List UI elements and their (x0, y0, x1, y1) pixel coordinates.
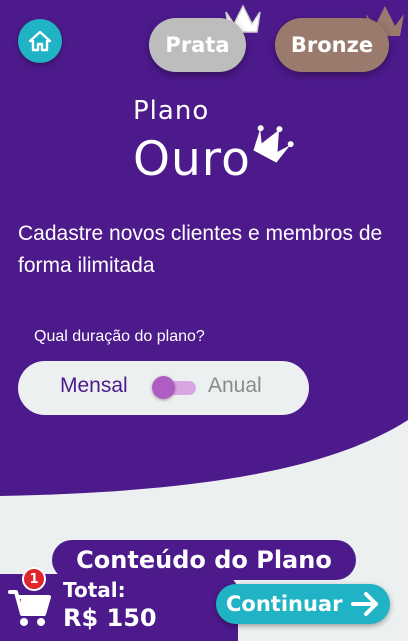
duration-label: Qual duração do plano? (34, 328, 205, 345)
option-annual[interactable]: Anual (208, 374, 262, 398)
total-label: Total: (63, 578, 126, 602)
plan-bronze-label: Bronze (290, 33, 374, 57)
plan-bronze-button[interactable]: Bronze (275, 18, 389, 72)
plan-content-label: Conteúdo do Plano (76, 546, 332, 574)
plan-title-big: Ouro (133, 132, 251, 187)
continue-button[interactable]: Continuar (216, 584, 390, 624)
cart-icon[interactable] (8, 584, 52, 630)
duration-switch-knob[interactable] (152, 376, 175, 399)
home-button[interactable] (18, 19, 62, 63)
home-icon (28, 30, 52, 52)
plan-description: Cadastre novos clientes e membros de for… (18, 222, 383, 277)
arrow-right-icon (351, 592, 378, 616)
total-value: R$ 150 (63, 604, 157, 632)
plan-prata-label: Prata (165, 33, 230, 57)
plan-screen: Prata Bronze Plano Ouro Cadastre novos c… (0, 0, 408, 641)
continue-label: Continuar (226, 592, 343, 616)
crown-icon (253, 125, 294, 163)
cart-count-badge: 1 (22, 567, 46, 591)
plan-prata-button[interactable]: Prata (149, 18, 246, 72)
plan-title-small: Plano (133, 96, 210, 126)
option-monthly[interactable]: Mensal (60, 374, 128, 398)
duration-toggle-group: Mensal Anual (18, 361, 309, 415)
